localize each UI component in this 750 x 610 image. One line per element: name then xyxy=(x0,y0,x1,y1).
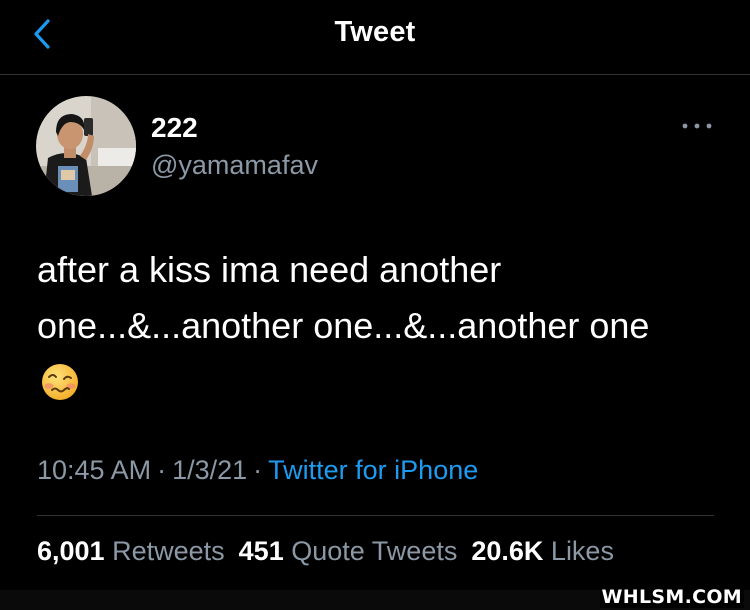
likes-stat[interactable]: 20.6K Likes xyxy=(471,536,614,566)
watermark: WHLSM.COM xyxy=(599,586,744,608)
tweet-timestamp-row: 10:45 AM · 1/3/21 · Twitter for iPhone xyxy=(37,455,478,486)
tweet-source-link[interactable]: Twitter for iPhone xyxy=(268,455,478,485)
engagement-stats: 6,001 Retweets 451 Quote Tweets 20.6K Like… xyxy=(37,536,628,567)
username-handle[interactable]: @yamamafav xyxy=(151,150,318,181)
quote-tweets-stat[interactable]: 451 Quote Tweets xyxy=(239,536,458,566)
more-horizontal-icon xyxy=(682,123,712,129)
divider xyxy=(37,515,714,516)
separator-dot: · xyxy=(253,455,263,485)
retweets-count: 6,001 xyxy=(37,536,105,566)
avatar[interactable] xyxy=(36,96,136,196)
retweets-stat[interactable]: 6,001 Retweets xyxy=(37,536,225,566)
tweet-text-line: after a kiss ima need another xyxy=(37,249,502,290)
tweet-date: 1/3/21 xyxy=(172,455,248,485)
separator-dot: · xyxy=(157,455,167,485)
profile-photo xyxy=(36,96,136,196)
likes-label: Likes xyxy=(550,536,614,566)
top-bar: Tweet xyxy=(0,0,750,75)
likes-count: 20.6K xyxy=(471,536,544,566)
more-options-button[interactable] xyxy=(680,118,714,134)
tweet-detail-screen: Tweet 222 @yamamafav after a kiss ima ne… xyxy=(0,0,750,610)
retweets-label: Retweets xyxy=(112,536,225,566)
display-name[interactable]: 222 xyxy=(151,112,198,144)
tweet-text: after a kiss ima need another one...&...… xyxy=(37,242,727,354)
quote-tweets-count: 451 xyxy=(238,536,284,566)
quote-tweets-label: Quote Tweets xyxy=(291,536,458,566)
tweet-time: 10:45 AM xyxy=(37,455,152,485)
tweet-text-line: one...&...another one...&...another one xyxy=(37,305,650,346)
woozy-face-emoji-icon xyxy=(40,362,80,402)
page-title: Tweet xyxy=(334,16,416,48)
